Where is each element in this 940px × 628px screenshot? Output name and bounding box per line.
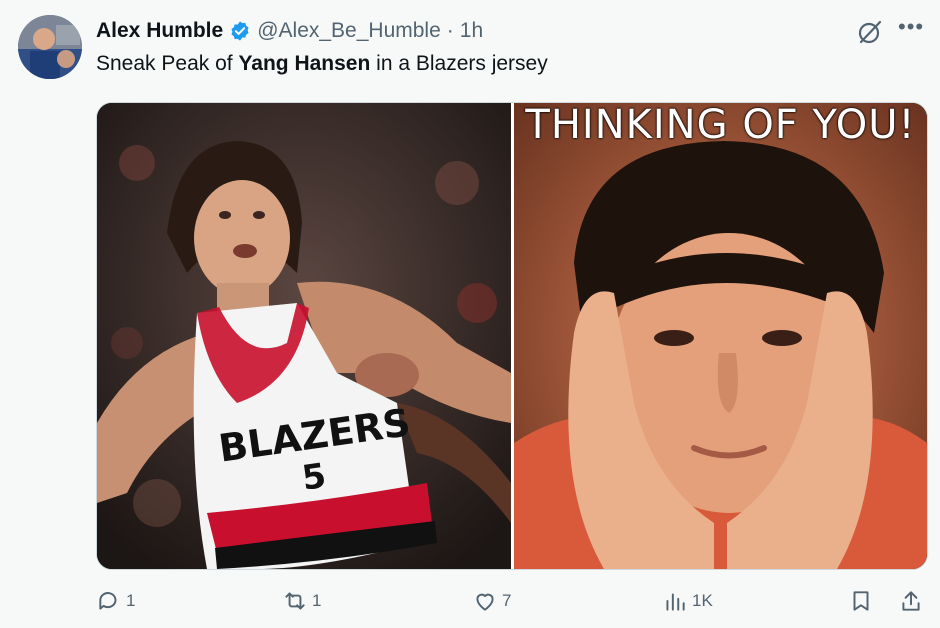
- like-icon: [476, 593, 494, 611]
- reply-count: 1: [126, 591, 136, 610]
- tweet-text-part: in a Blazers jersey: [370, 52, 548, 75]
- bookmark-button[interactable]: [848, 588, 878, 614]
- tweet-text: Sneak Peak of Yang Hansen in a Blazers j…: [96, 52, 548, 76]
- views-button[interactable]: 1K: [662, 588, 713, 614]
- media-grid: BLAZERS 5 THINKING OF YOU!: [96, 102, 928, 570]
- like-count: 7: [502, 591, 512, 610]
- photo-meme[interactable]: THINKING OF YOU!: [514, 103, 927, 569]
- bookmark-icon: [853, 591, 869, 611]
- share-icon: [902, 591, 920, 611]
- reply-button[interactable]: 1: [96, 588, 135, 614]
- like-button[interactable]: 7: [472, 588, 511, 614]
- retweet-button[interactable]: 1: [282, 588, 321, 614]
- retweet-icon: [285, 592, 305, 610]
- author-handle[interactable]: @Alex_Be_Humble: [257, 19, 441, 43]
- meme-caption: THINKING OF YOU!: [525, 103, 916, 148]
- separator-dot: ·: [446, 19, 454, 42]
- author-name[interactable]: Alex Humble: [96, 19, 223, 43]
- action-bar: 1 1 7 1K: [0, 588, 940, 624]
- reply-icon: [99, 592, 117, 610]
- verified-badge-icon: [229, 20, 251, 42]
- photo-basketball-player[interactable]: BLAZERS 5: [97, 103, 511, 569]
- views-icon: [666, 593, 685, 611]
- author-avatar[interactable]: [18, 15, 82, 79]
- retweet-count: 1: [312, 591, 322, 610]
- tweet-text-part: Sneak Peak of: [96, 52, 239, 75]
- tweet-timestamp[interactable]: 1h: [460, 19, 483, 43]
- tweet-header: Alex Humble @Alex_Be_Humble · 1h: [96, 16, 483, 46]
- tweet-text-bold[interactable]: Yang Hansen: [238, 52, 370, 75]
- views-count: 1K: [692, 591, 713, 610]
- share-button[interactable]: [898, 588, 928, 614]
- more-icon[interactable]: •••: [898, 14, 924, 40]
- grok-icon[interactable]: [856, 18, 884, 46]
